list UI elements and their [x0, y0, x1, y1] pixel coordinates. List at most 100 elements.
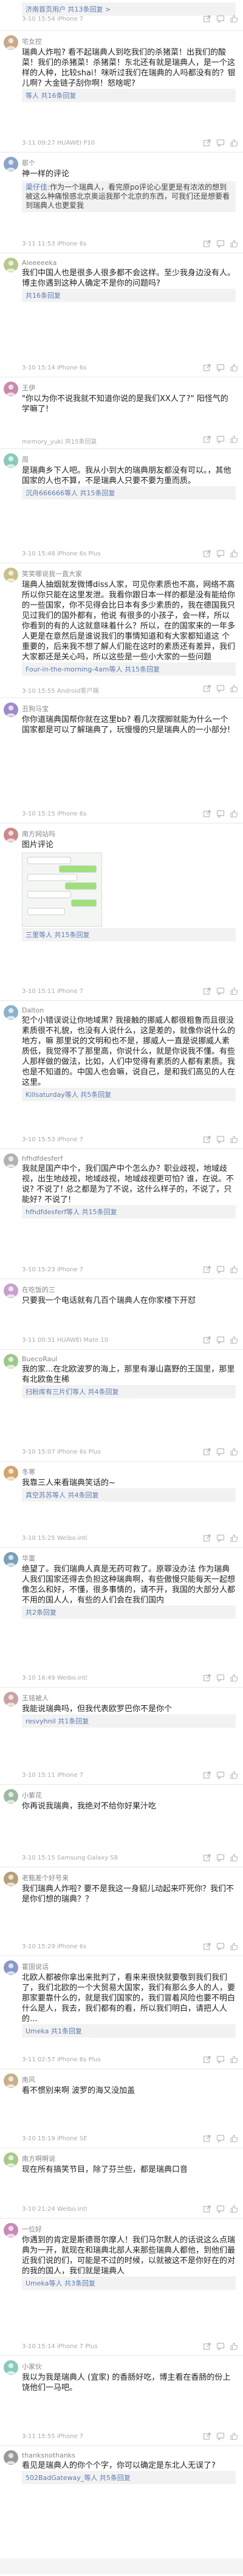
- comment-username[interactable]: 南方啊啊说: [22, 2154, 239, 2163]
- share-icon[interactable]: [203, 684, 211, 693]
- share-icon[interactable]: [203, 1771, 211, 1779]
- share-icon[interactable]: [203, 239, 211, 248]
- like-icon[interactable]: [230, 2342, 238, 2351]
- reply-summary-link[interactable]: Umeka等人 共3条回复: [22, 2276, 236, 2290]
- comment-icon[interactable]: [216, 2055, 225, 2064]
- share-icon[interactable]: [203, 435, 211, 444]
- comment-username[interactable]: 老甄差个好号来: [22, 1873, 239, 1883]
- comment-icon[interactable]: [216, 1265, 225, 1274]
- share-icon[interactable]: [203, 2342, 211, 2351]
- comment-username[interactable]: hfhdfdesferf: [22, 1155, 239, 1163]
- share-icon[interactable]: [203, 987, 211, 995]
- comment-username[interactable]: 那个: [22, 158, 239, 168]
- like-icon[interactable]: [230, 2205, 238, 2213]
- comment-icon[interactable]: [216, 1771, 225, 1779]
- like-icon[interactable]: [230, 1771, 238, 1779]
- comment-username[interactable]: 华富: [22, 1553, 239, 1563]
- comment-icon[interactable]: [216, 2432, 225, 2440]
- comment-icon[interactable]: [216, 435, 225, 444]
- comment-username[interactable]: 小紫花: [22, 1790, 239, 1800]
- like-icon[interactable]: [230, 2134, 238, 2143]
- like-icon[interactable]: [230, 1336, 238, 1344]
- share-icon[interactable]: [203, 1534, 211, 1542]
- like-icon[interactable]: [230, 987, 238, 995]
- share-icon[interactable]: [203, 363, 211, 372]
- comment-username[interactable]: Aleeeeeka: [22, 259, 239, 267]
- comment-icon[interactable]: [216, 2205, 225, 2213]
- like-icon[interactable]: [230, 684, 238, 693]
- like-icon[interactable]: [230, 1265, 238, 1274]
- comment-username[interactable]: 笑笑哪说我一直大家: [22, 569, 239, 579]
- comment-username[interactable]: 南方网站吗: [22, 829, 239, 839]
- comment-icon[interactable]: [216, 1942, 225, 1951]
- comment-username[interactable]: 一位好: [22, 2224, 239, 2234]
- share-icon[interactable]: [203, 2055, 211, 2064]
- comment-icon[interactable]: [216, 1448, 225, 1456]
- comment-icon[interactable]: [216, 1853, 225, 1862]
- share-icon[interactable]: [203, 1135, 211, 1144]
- comment-image[interactable]: [22, 853, 102, 927]
- comment-username[interactable]: 王铭被人: [22, 1693, 239, 1703]
- comment-username[interactable]: 王伊: [22, 383, 239, 393]
- share-icon[interactable]: [203, 1336, 211, 1344]
- comment-username[interactable]: 宅女控: [22, 36, 239, 46]
- comment-icon[interactable]: [216, 239, 225, 248]
- reply-summary-link[interactable]: hfhdfdesferf等人 共15条回复: [22, 1205, 236, 1218]
- share-icon[interactable]: [203, 2134, 211, 2143]
- comment-icon[interactable]: [216, 139, 225, 147]
- bottom-reply-bar[interactable]: [0, 2558, 243, 2574]
- like-icon[interactable]: [230, 435, 238, 444]
- reply-summary-link[interactable]: 共2条回复: [22, 1606, 236, 1619]
- share-icon[interactable]: [203, 2205, 211, 2213]
- comment-username[interactable]: thanksnothanks: [22, 2451, 239, 2459]
- like-icon[interactable]: [230, 15, 238, 23]
- comment-username[interactable]: BuecoRaul: [22, 1355, 239, 1363]
- reply-summary-link[interactable]: resvyhnil 共1条回复: [22, 1714, 236, 1728]
- comment-username[interactable]: 冬寒: [22, 1467, 239, 1477]
- like-icon[interactable]: [230, 1534, 238, 1542]
- share-icon[interactable]: [203, 139, 211, 147]
- comment-icon[interactable]: [216, 1135, 225, 1144]
- like-icon[interactable]: [230, 1135, 238, 1144]
- share-icon[interactable]: [203, 1853, 211, 1862]
- nested-reply-author[interactable]: 渠仔佳:: [26, 183, 50, 191]
- nested-reply[interactable]: 渠仔佳:作为一个瑞典人，看完原po评论心里更是有浓浓的想到被这么种痛恨感北京奥运…: [22, 181, 236, 212]
- like-icon[interactable]: [230, 809, 238, 818]
- comment-username[interactable]: 小家伙: [22, 2361, 239, 2371]
- comment-username[interactable]: 周: [22, 455, 239, 464]
- like-icon[interactable]: [230, 1448, 238, 1456]
- like-icon[interactable]: [230, 239, 238, 248]
- comment-icon[interactable]: [216, 15, 225, 23]
- share-icon[interactable]: [203, 1448, 211, 1456]
- reply-summary-link[interactable]: Killsaturday等人 共5条回复: [22, 1088, 236, 1101]
- comment-icon[interactable]: [216, 363, 225, 372]
- share-icon[interactable]: [203, 1674, 211, 1682]
- like-icon[interactable]: [230, 1674, 238, 1682]
- comment-icon[interactable]: [216, 1534, 225, 1542]
- comment-icon[interactable]: [216, 1674, 225, 1682]
- like-icon[interactable]: [230, 2055, 238, 2064]
- reply-summary-link[interactable]: 真空苏苏等人 共4条回复: [22, 1488, 236, 1502]
- comment-username[interactable]: 丑狗马宝: [22, 704, 239, 713]
- comment-username[interactable]: 霍国说话: [22, 1962, 239, 1971]
- comment-icon[interactable]: [216, 987, 225, 995]
- comment-icon[interactable]: [216, 2342, 225, 2351]
- like-icon[interactable]: [230, 363, 238, 372]
- share-icon[interactable]: [203, 1265, 211, 1274]
- like-icon[interactable]: [230, 1942, 238, 1951]
- comment-icon[interactable]: [216, 2134, 225, 2143]
- comment-icon[interactable]: [216, 549, 225, 558]
- like-icon[interactable]: [230, 139, 238, 147]
- reply-summary-link[interactable]: Umeka 共1条回复: [22, 2024, 236, 2038]
- share-icon[interactable]: [203, 1942, 211, 1951]
- like-icon[interactable]: [230, 1853, 238, 1862]
- reply-summary-link[interactable]: 沉舟666666等人 共15条回复: [22, 486, 236, 500]
- reply-summary-link[interactable]: 三里等人 共15条回复: [22, 928, 236, 941]
- share-icon[interactable]: [203, 15, 211, 23]
- share-icon[interactable]: [203, 549, 211, 558]
- reply-summary-link[interactable]: 等人 共16条回复: [22, 89, 236, 102]
- comment-icon[interactable]: [216, 684, 225, 693]
- comment-icon[interactable]: [216, 1336, 225, 1344]
- comment-icon[interactable]: [216, 809, 225, 818]
- reply-summary-link[interactable]: 济南首页用户 共13条回复 >: [22, 2, 236, 16]
